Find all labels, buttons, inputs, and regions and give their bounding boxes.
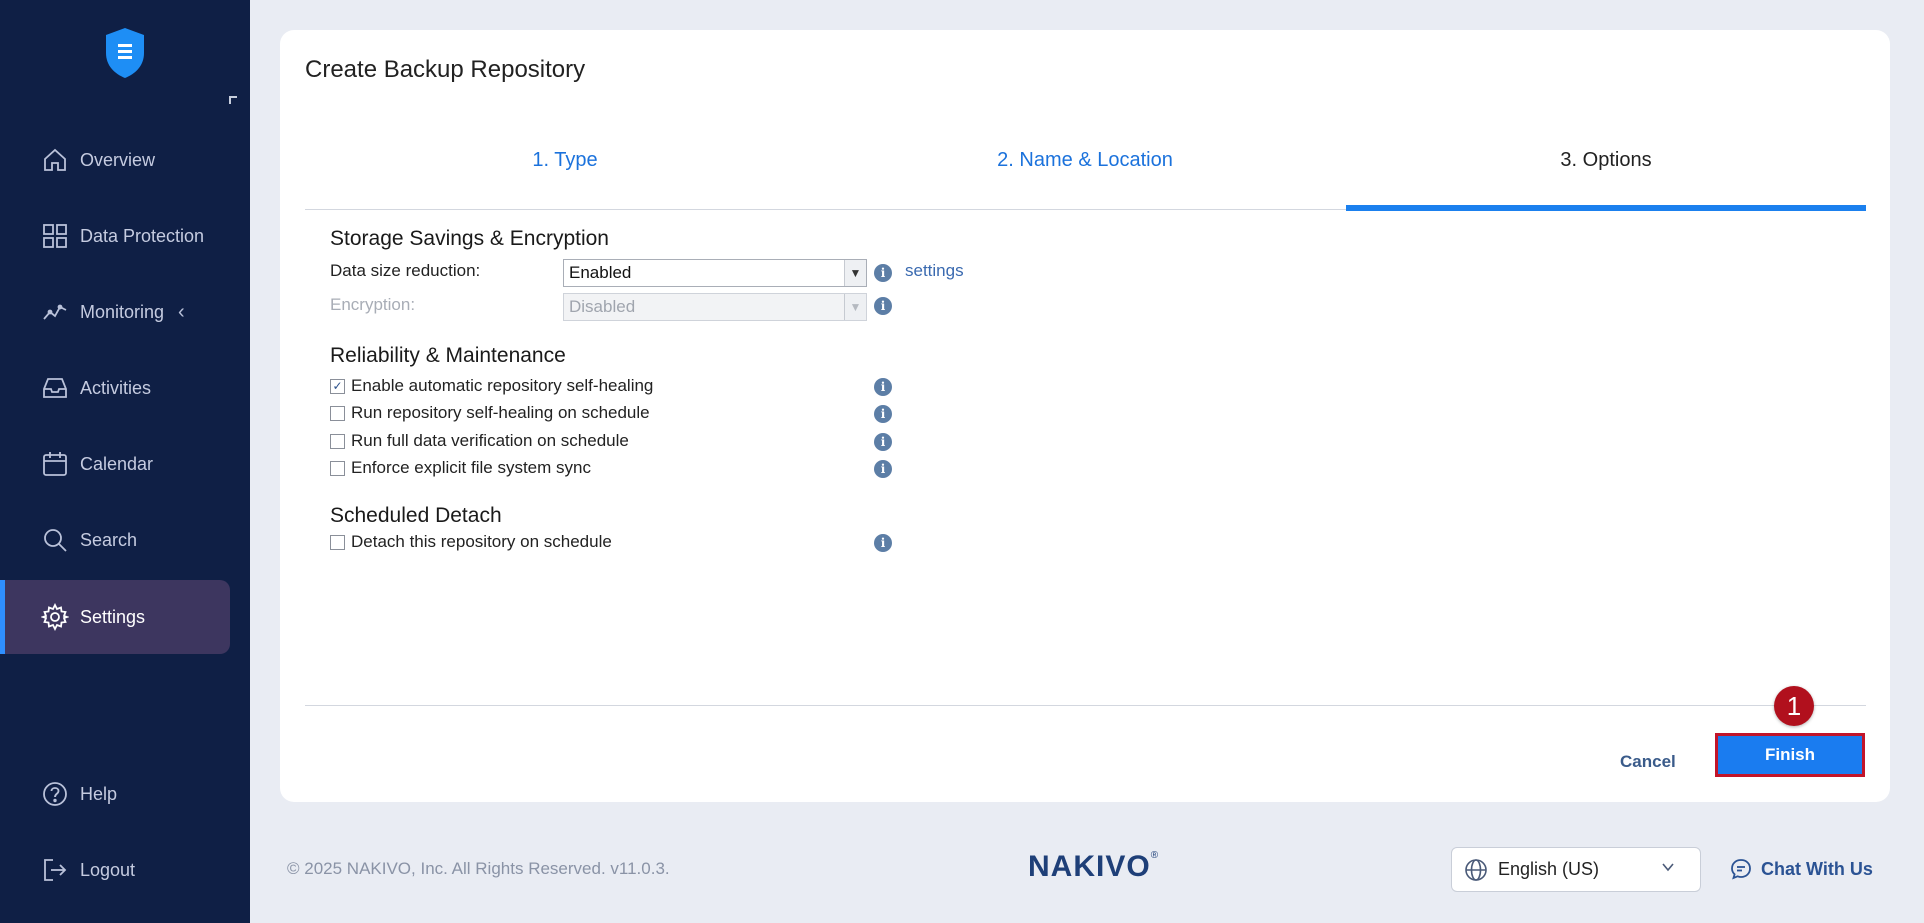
option-fs-sync[interactable]: Enforce explicit file system sync	[330, 458, 591, 478]
sidebar: Overview Data Protection Monitoring ‹ Ac…	[0, 0, 250, 923]
calendar-icon	[40, 449, 70, 479]
sidebar-item-activities[interactable]: Activities	[0, 351, 230, 425]
tab-name-location[interactable]: 2. Name & Location	[825, 110, 1345, 210]
line-chart-icon	[40, 297, 70, 327]
sidebar-item-label: Logout	[80, 859, 136, 880]
brand-mark: ®	[1150, 850, 1160, 861]
sidebar-item-label: Settings	[80, 606, 146, 627]
data-size-select[interactable]: Enabled ▼	[563, 259, 867, 287]
section-detach-title: Scheduled Detach	[330, 504, 502, 527]
checkbox[interactable]	[330, 433, 345, 449]
encryption-value: Disabled	[569, 297, 636, 316]
gear-icon	[40, 602, 70, 632]
sidebar-item-label: Calendar	[80, 453, 154, 474]
data-size-value: Enabled	[569, 263, 632, 282]
section-storage-title: Storage Savings & Encryption	[330, 227, 609, 250]
info-icon[interactable]: i	[874, 534, 892, 552]
option-label: Run full data verification on schedule	[351, 431, 629, 450]
checkbox[interactable]	[330, 405, 345, 421]
sidebar-item-help[interactable]: Help	[0, 757, 230, 831]
settings-link[interactable]: settings	[905, 261, 964, 281]
sidebar-item-search[interactable]: Search	[0, 503, 230, 577]
sidebar-item-logout[interactable]: Logout	[0, 833, 230, 907]
chevron-down-icon[interactable]: ▼	[844, 260, 866, 286]
page-title: Create Backup Repository	[305, 56, 586, 83]
option-label: Run repository self-healing on schedule	[351, 403, 650, 422]
option-detach-schedule[interactable]: Detach this repository on schedule	[330, 532, 612, 552]
globe-icon	[1465, 858, 1487, 881]
sidebar-item-label: Data Protection	[80, 225, 205, 246]
sidebar-item-data-protection[interactable]: Data Protection	[0, 199, 230, 273]
info-icon[interactable]: i	[874, 460, 892, 478]
cancel-button[interactable]: Cancel	[1620, 752, 1676, 772]
nakivo-logo: NAKIVO®	[1028, 850, 1159, 884]
chat-label: Chat With Us	[1761, 858, 1873, 879]
option-full-verification[interactable]: Run full data verification on schedule	[330, 431, 629, 451]
chat-icon	[1731, 859, 1751, 880]
option-label: Detach this repository on schedule	[351, 532, 612, 551]
tab-options[interactable]: 3. Options	[1346, 110, 1866, 211]
grid-icon	[40, 221, 70, 251]
wizard-card: Create Backup Repository 1. Type 2. Name…	[280, 30, 1890, 802]
info-icon[interactable]: i	[874, 297, 892, 315]
option-scheduled-self-healing[interactable]: Run repository self-healing on schedule	[330, 403, 650, 423]
sidebar-item-label: Overview	[80, 149, 156, 170]
copyright-text: © 2025 NAKIVO, Inc. All Rights Reserved.…	[287, 859, 670, 878]
info-icon[interactable]: i	[874, 405, 892, 423]
option-auto-self-healing[interactable]: ✓ Enable automatic repository self-heali…	[330, 376, 653, 396]
info-icon[interactable]: i	[874, 264, 892, 282]
info-icon[interactable]: i	[874, 378, 892, 396]
sidebar-collapse-icon[interactable]	[229, 96, 237, 104]
inbox-icon	[40, 373, 70, 403]
checkbox[interactable]	[330, 534, 345, 550]
wizard-steps: 1. Type 2. Name & Location 3. Options	[305, 110, 1866, 211]
sidebar-item-overview[interactable]: Overview	[0, 123, 230, 197]
sidebar-item-label: Activities	[80, 377, 152, 398]
home-icon	[40, 145, 70, 175]
brand-name: NAKIVO	[1028, 850, 1151, 883]
sidebar-item-label: Help	[80, 783, 118, 804]
chevron-down-icon: ▼	[844, 294, 866, 320]
encryption-label: Encryption:	[330, 295, 416, 314]
language-value: English (US)	[1498, 859, 1600, 879]
encryption-select: Disabled ▼	[563, 293, 867, 321]
finish-button[interactable]: Finish	[1715, 733, 1865, 777]
chevron-left-icon[interactable]: ‹	[178, 301, 185, 324]
step-marker-badge: 1	[1774, 686, 1814, 726]
app-logo-shield-icon[interactable]	[102, 26, 148, 80]
help-icon	[40, 779, 70, 809]
tab-type[interactable]: 1. Type	[305, 110, 825, 210]
language-select[interactable]: English (US)	[1451, 847, 1701, 892]
checkbox[interactable]	[330, 460, 345, 476]
checkbox-checked[interactable]: ✓	[330, 378, 345, 394]
chevron-down-icon	[1662, 863, 1674, 872]
chat-with-us-link[interactable]: Chat With Us	[1729, 857, 1873, 881]
sidebar-item-settings[interactable]: Settings	[0, 580, 230, 654]
search-icon	[40, 525, 70, 555]
sidebar-item-label: Monitoring	[80, 301, 165, 322]
sidebar-item-monitoring[interactable]: Monitoring ‹	[0, 275, 230, 349]
sidebar-item-label: Search	[80, 529, 138, 550]
section-reliability-title: Reliability & Maintenance	[330, 344, 566, 367]
data-size-label: Data size reduction:	[330, 261, 481, 280]
info-icon[interactable]: i	[874, 433, 892, 451]
option-label: Enable automatic repository self-healing	[351, 376, 654, 395]
option-label: Enforce explicit file system sync	[351, 458, 591, 477]
sidebar-item-calendar[interactable]: Calendar	[0, 427, 230, 501]
divider	[305, 705, 1866, 706]
logout-icon	[40, 855, 70, 885]
